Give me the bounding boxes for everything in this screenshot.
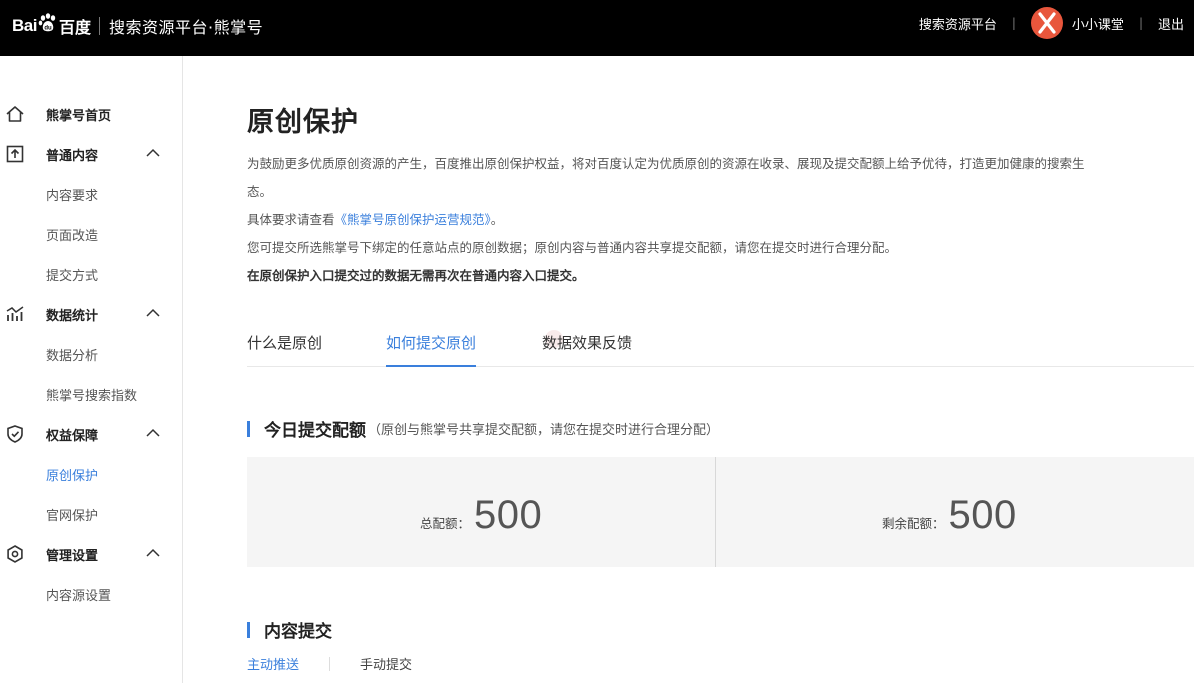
logo-text-du: 百度	[58, 18, 91, 37]
sidebar-item-label: 熊掌号首页	[46, 108, 112, 124]
top-divider: |	[1011, 16, 1016, 30]
top-bar: Bai du 百度 搜索资源平台·熊掌号 搜索资源平台 | 小小课堂 | 退出	[0, 0, 1194, 56]
description-text: 态。	[247, 184, 273, 199]
shield-icon	[7, 425, 23, 443]
username[interactable]: 小小课堂	[1072, 14, 1124, 33]
chevron-up-icon[interactable]	[145, 547, 161, 559]
gear-icon	[7, 545, 23, 563]
search-platform-link[interactable]: 搜索资源平台	[919, 14, 997, 33]
subtab-active-push[interactable]: 主动推送	[247, 654, 299, 673]
quota-panel: 总配额： 500 剩余配额： 500	[247, 457, 1194, 567]
home-icon	[6, 106, 24, 122]
description-text: 具体要求请查看	[247, 212, 335, 227]
section-accent-bar	[247, 420, 250, 437]
description-line-4: 在原创保护入口提交过的数据无需再次在普通内容入口提交。	[247, 268, 585, 283]
avatar-x-icon	[1038, 12, 1056, 34]
remaining-quota-label: 剩余配额：	[882, 516, 945, 531]
total-quota: 总配额： 500	[420, 493, 542, 538]
tab-bar: 什么是原创 如何提交原创 数据效果反馈	[247, 322, 1194, 367]
sidebar-group-title: 管理设置	[46, 548, 99, 564]
sidebar-group-rights-protection[interactable]: 权益保障	[0, 414, 183, 454]
quota-section-title: 今日提交配额	[264, 421, 366, 441]
tab-how-to-submit[interactable]: 如何提交原创	[386, 332, 477, 367]
total-quota-value: 500	[474, 493, 543, 537]
quota-divider	[715, 457, 716, 567]
sidebar: 熊掌号首页 普通内容 内容要求 页面改造 提交方式 数据统计 数据分析 熊掌号搜…	[0, 56, 183, 683]
quota-section-header: 今日提交配额 （原创与熊掌号共享提交配额，请您在提交时进行合理分配）	[247, 416, 719, 441]
sidebar-group-normal-content[interactable]: 普通内容	[0, 134, 183, 174]
platform-title: 搜索资源平台·熊掌号	[108, 18, 264, 37]
upload-box-icon	[6, 145, 24, 163]
description-text: 。	[490, 212, 504, 227]
baidu-logo[interactable]: Bai du 百度 搜索资源平台·熊掌号	[12, 10, 263, 42]
sidebar-item-home[interactable]: 熊掌号首页	[0, 94, 183, 134]
avatar[interactable]	[1030, 7, 1063, 39]
svg-text:du: du	[44, 26, 52, 32]
description-line-2: 具体要求请查看《熊掌号原创保护运营规范》。	[247, 206, 1194, 234]
sidebar-item-search-index[interactable]: 熊掌号搜索指数	[46, 385, 137, 404]
sidebar-item-content-requirements[interactable]: 内容要求	[46, 185, 98, 204]
sidebar-item-official-site-protection[interactable]: 官网保护	[46, 505, 98, 524]
top-right-nav: 搜索资源平台 | 小小课堂 | 退出	[919, 0, 1194, 46]
chart-icon	[6, 306, 24, 321]
quota-section-note: （原创与熊掌号共享提交配额，请您在提交时进行合理分配）	[368, 423, 720, 438]
sidebar-item-data-analysis[interactable]: 数据分析	[46, 345, 98, 364]
sidebar-group-title: 数据统计	[46, 308, 99, 324]
sidebar-item-page-modification[interactable]: 页面改造	[46, 225, 98, 244]
content-section-header: 内容提交	[247, 617, 332, 642]
remaining-quota-value: 500	[948, 493, 1017, 537]
sidebar-item-submission-method[interactable]: 提交方式	[46, 265, 98, 284]
baidu-paw-icon: du	[38, 13, 58, 33]
section-accent-bar	[247, 621, 250, 638]
remaining-quota: 剩余配额： 500	[882, 493, 1017, 538]
description-text: 为鼓励更多优质原创资源的产生，百度推出原创保护权益，将对百度认定为优质原创的资源…	[247, 156, 1085, 171]
sidebar-group-data-stats[interactable]: 数据统计	[0, 294, 183, 334]
description-line-1: 为鼓励更多优质原创资源的产生，百度推出原创保护权益，将对百度认定为优质原创的资源…	[247, 150, 1194, 206]
top-divider: |	[1138, 16, 1143, 30]
submission-subtabs: 主动推送 手动提交	[247, 654, 412, 673]
tab-what-is-original[interactable]: 什么是原创	[247, 332, 322, 365]
chevron-up-icon[interactable]	[145, 427, 161, 439]
page-title: 原创保护	[247, 107, 359, 138]
content-section-title: 内容提交	[264, 622, 332, 642]
subtab-manual-submit[interactable]: 手动提交	[360, 654, 412, 673]
logout-link[interactable]: 退出	[1158, 14, 1184, 33]
logo-separator	[98, 17, 100, 35]
tab-data-feedback[interactable]: 数据效果反馈	[542, 332, 632, 365]
sidebar-item-original-protection[interactable]: 原创保护	[46, 465, 98, 484]
description-line-3: 您可提交所选熊掌号下绑定的任意站点的原创数据；原创内容与普通内容共享提交配额，请…	[247, 240, 898, 255]
logo-text-bai: Bai	[12, 16, 37, 35]
sidebar-group-title: 权益保障	[46, 428, 99, 444]
operation-spec-link[interactable]: 《熊掌号原创保护运营规范》	[335, 212, 491, 227]
total-quota-label: 总配额：	[420, 516, 471, 531]
chevron-up-icon[interactable]	[145, 147, 161, 159]
sidebar-group-management-settings[interactable]: 管理设置	[0, 534, 183, 574]
sidebar-item-content-source-settings[interactable]: 内容源设置	[46, 585, 111, 604]
subtab-separator	[329, 656, 331, 671]
chevron-up-icon[interactable]	[145, 307, 161, 319]
sidebar-group-title: 普通内容	[46, 148, 99, 164]
